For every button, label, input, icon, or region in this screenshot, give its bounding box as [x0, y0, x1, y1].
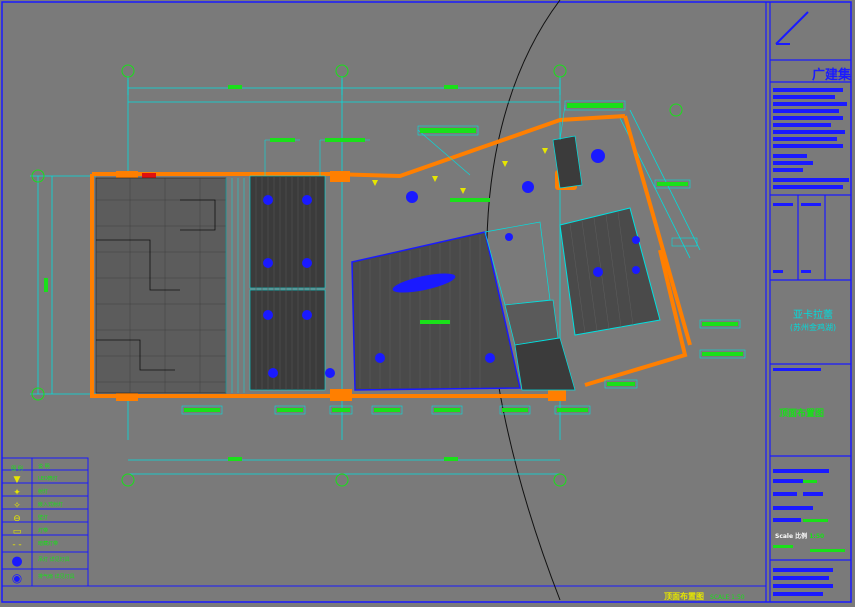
legend-item-desc: 嵌入式射灯 — [38, 502, 64, 508]
legend-item-desc: LED筒灯 — [38, 476, 58, 482]
pendant-icon — [263, 195, 273, 205]
legend-header-desc: 说 明 — [38, 464, 50, 470]
drawing-name: 顶面布置图 — [779, 409, 825, 419]
grid-bubble-4 — [121, 473, 135, 487]
legend-item: ● 吊灯 详见灯具 — [2, 553, 88, 569]
title-block-green-bars — [773, 480, 845, 552]
plan-title: 顶面布置图 SCALE 1:50 — [664, 591, 745, 602]
legend-item-desc: 灯带 — [38, 528, 49, 534]
scale-field: Scale 比例 1:50 — [775, 531, 824, 540]
legend-item-desc: 暗藏灯带 — [38, 541, 59, 547]
grid-bubble-3 — [553, 64, 567, 78]
grid-bubble-1 — [121, 64, 135, 78]
pendant-icon — [302, 195, 312, 205]
pendant-icon: ● — [11, 553, 23, 569]
pendant-icon — [632, 236, 640, 244]
project-name-line1: 亚卡拉蕾 — [793, 310, 833, 321]
pendant-icon — [485, 353, 495, 363]
pendant-icon — [302, 310, 312, 320]
hidden-strip-icon: - - — [12, 540, 22, 550]
ceiling-plan-drawing — [1, 0, 852, 603]
pendant-icon — [263, 258, 273, 268]
grid-bubble-9 — [669, 103, 683, 117]
pendant-icon — [302, 258, 312, 268]
grid-bubble-6 — [553, 473, 567, 487]
ceiling-fan-icon: ◉ — [11, 571, 23, 585]
scale-label: Scale 比例 — [775, 533, 808, 540]
legend-item-desc: 排气扇 详见灯具 — [38, 574, 75, 580]
pendant-icon — [591, 149, 605, 163]
pendant-icon — [268, 368, 278, 378]
pendant-icon — [263, 310, 273, 320]
project-name: 亚卡拉蕾 (苏州金鸡湖) — [783, 310, 843, 334]
strip-columns — [225, 178, 245, 393]
central-room — [351, 221, 576, 391]
middle-panels — [249, 175, 326, 391]
legend-item: - - 暗藏灯带 — [2, 537, 88, 553]
pendant-icon — [593, 267, 603, 277]
pendant-icon — [406, 191, 418, 203]
pendant-icon — [632, 266, 640, 274]
pendant-icon — [325, 368, 335, 378]
left-room — [95, 177, 227, 394]
door-marker — [142, 173, 156, 178]
legend-item-desc: 射灯 — [38, 489, 49, 495]
pendant-icon — [505, 233, 513, 241]
project-name-line2: (苏州金鸡湖) — [789, 323, 837, 332]
plan-title-name: 顶面布置图 — [664, 592, 704, 601]
legend-item-desc: 吊灯 详见灯具 — [38, 557, 70, 563]
grid-bubble-5 — [335, 473, 349, 487]
pendant-icon — [522, 181, 534, 193]
legend-item: ◉ 排气扇 详见灯具 — [2, 570, 88, 586]
pendant-icon — [375, 353, 385, 363]
scale-value: 1:50 — [809, 533, 825, 540]
legend-item-desc: 壁灯 — [38, 515, 49, 521]
brand-logo-text: 广建集 — [812, 68, 852, 83]
plan-title-scale: SCALE 1:50 — [710, 594, 745, 601]
grid-bubble-2 — [335, 64, 349, 78]
